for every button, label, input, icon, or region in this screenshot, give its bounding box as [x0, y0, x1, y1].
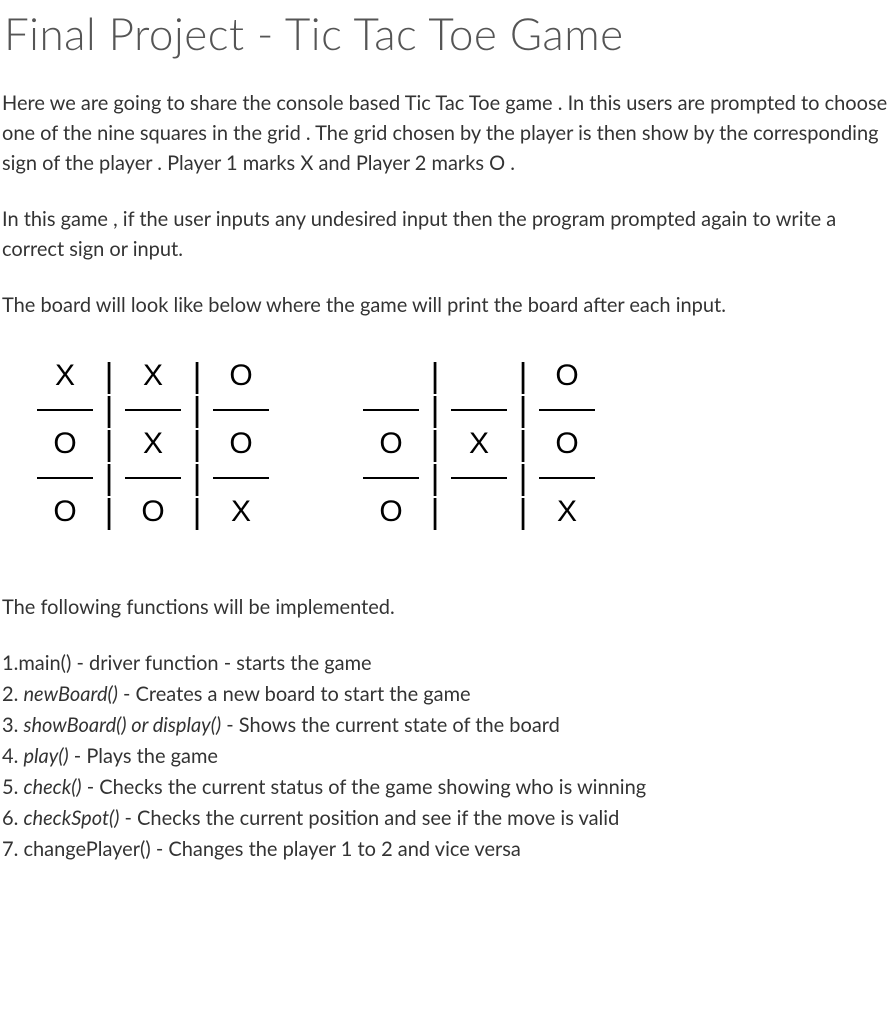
- board-cell: O: [206, 359, 276, 393]
- hline: [444, 477, 514, 479]
- board-cell: X: [30, 359, 100, 393]
- intro-paragraph-1: Here we are going to share the console b…: [2, 88, 893, 178]
- functions-list: 1.main() - driver function - starts the …: [2, 648, 893, 865]
- board-cell: O: [532, 427, 602, 461]
- board-cell: X: [532, 495, 602, 529]
- board-cell: X: [118, 427, 188, 461]
- board-cell: X: [118, 359, 188, 393]
- hline: [532, 477, 602, 479]
- function-item: 3. showBoard() or display() - Shows the …: [2, 710, 893, 741]
- board-cell: O: [30, 495, 100, 529]
- function-item: 5. check() - Checks the current status o…: [2, 772, 893, 803]
- intro-paragraph-3: The board will look like below where the…: [2, 290, 893, 320]
- hline: [356, 477, 426, 479]
- board-cell: O: [356, 427, 426, 461]
- function-item: 7. changePlayer() - Changes the player 1…: [2, 834, 893, 865]
- hline: [356, 409, 426, 411]
- hline: [30, 477, 100, 479]
- function-item: 2. newBoard() - Creates a new board to s…: [2, 679, 893, 710]
- hline: [118, 477, 188, 479]
- hline: [206, 477, 276, 479]
- hline: [444, 409, 514, 411]
- hline: [532, 409, 602, 411]
- pipe-separator: |: [188, 493, 206, 532]
- pipe-separator: |: [514, 493, 532, 532]
- hline: [30, 409, 100, 411]
- intro-paragraph-2: In this game , if the user inputs any un…: [2, 204, 893, 264]
- board-cell: O: [532, 359, 602, 393]
- board-cell: X: [206, 495, 276, 529]
- board-cell: O: [356, 495, 426, 529]
- pipe-separator: |: [426, 493, 444, 532]
- page-title: Final Project - Tic Tac Toe Game: [4, 8, 895, 60]
- function-item: 4. play() - Plays the game: [2, 741, 893, 772]
- hline: [206, 409, 276, 411]
- board-cell: O: [118, 495, 188, 529]
- board-2: | | O | | O | X | O | | O |: [356, 356, 602, 532]
- board-cell: O: [206, 427, 276, 461]
- hline: [118, 409, 188, 411]
- function-item: 6. checkSpot() - Checks the current posi…: [2, 803, 893, 834]
- board-1: X | X | O | | O | X | O | | O: [30, 356, 276, 532]
- pipe-separator: |: [100, 493, 118, 532]
- board-cell: X: [444, 427, 514, 461]
- boards-illustration: X | X | O | | O | X | O | | O: [30, 346, 895, 542]
- functions-intro: The following functions will be implemen…: [2, 592, 893, 622]
- function-item: 1.main() - driver function - starts the …: [2, 648, 893, 679]
- board-cell: O: [30, 427, 100, 461]
